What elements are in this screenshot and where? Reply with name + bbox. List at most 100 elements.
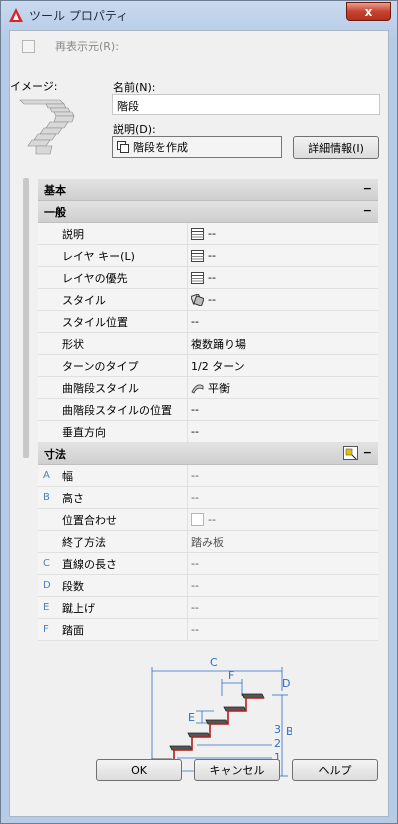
dimension-settings-icon[interactable] [343,446,358,460]
close-button[interactable]: x [346,2,391,21]
style-icon[interactable] [191,293,204,306]
property-value-text: -- [191,425,199,438]
property-value[interactable]: 複数踊り場 [188,333,378,354]
diagram-label-3: 3 [274,723,281,736]
collapse-icon[interactable]: − [363,182,372,195]
name-label: 名前(N): [113,81,156,94]
row-letter [38,311,62,332]
property-value-text: -- [191,469,199,482]
table-icon[interactable] [191,227,204,240]
property-value[interactable]: -- [188,421,378,442]
curved-stair-icon[interactable] [191,382,204,394]
dialog-body: 再表示元(R): イメージ: 名前(N): 階段 説明(D): 階段を作成 詳細… [9,30,389,817]
property-name: 高さ [62,487,188,508]
property-value-text: -- [208,249,216,262]
row-letter [38,421,62,442]
cancel-button[interactable]: キャンセル [194,759,280,781]
property-value[interactable]: -- [188,267,378,288]
dimension-row[interactable]: F 踏面 -- [38,619,378,641]
property-value[interactable]: -- [188,487,378,508]
redisplay-checkbox[interactable] [22,39,35,53]
property-name: スタイル [62,289,188,310]
property-row[interactable]: スタイル -- [38,289,378,311]
dimension-row[interactable]: 位置合わせ -- [38,509,378,531]
property-row[interactable]: 曲階段スタイル 平衡 [38,377,378,399]
property-value[interactable]: -- [188,597,378,618]
help-button[interactable]: ヘルプ [292,759,378,781]
property-value[interactable]: -- [188,619,378,640]
property-value[interactable]: -- [188,465,378,486]
diagram-label-c: C [210,656,218,669]
description-value: 階段を作成 [133,141,188,154]
property-row[interactable]: 形状 複数踊り場 [38,333,378,355]
property-value[interactable]: 平衡 [188,377,378,398]
dimension-letter: E [43,602,50,613]
table-icon[interactable] [191,249,204,262]
property-row[interactable]: レイヤの優先 -- [38,267,378,289]
diagram-label-b: B [286,725,292,738]
close-icon: x [364,4,373,19]
alignment-checkbox[interactable] [191,513,204,526]
redisplay-row: 再表示元(R): [22,38,119,54]
property-value-text: -- [191,623,199,636]
property-row[interactable]: レイヤ キー(L) -- [38,245,378,267]
property-value[interactable]: -- [188,399,378,420]
property-value[interactable]: -- [188,575,378,596]
property-value-text: 平衡 [208,381,230,395]
table-icon[interactable] [191,271,204,284]
row-letter [38,377,62,398]
description-label: 説明(D): [113,123,156,136]
description-field[interactable]: 階段を作成 [112,136,282,158]
property-value[interactable]: -- [188,289,378,310]
stair-thumbnail-icon [19,99,75,155]
dimension-row[interactable]: E 蹴上げ -- [38,597,378,619]
dimension-row[interactable]: 終了方法 踏み板 [38,531,378,553]
property-value-text: -- [208,271,216,284]
ok-button[interactable]: OK [96,759,182,781]
diagram-label-d: D [282,677,290,690]
property-value[interactable]: 踏み板 [188,531,378,552]
property-value[interactable]: -- [188,223,378,244]
category-dimensions[interactable]: 寸法 − [38,443,378,465]
collapse-icon[interactable]: − [363,204,372,217]
category-general[interactable]: 一般 − [38,201,378,223]
property-value-text: -- [191,403,199,416]
row-letter [38,289,62,310]
window-title: ツール プロパティ [29,9,129,23]
property-value-text: -- [191,491,199,504]
property-value[interactable]: 1/2 ターン [188,355,378,376]
property-row[interactable]: 説明 -- [38,223,378,245]
property-value-text: -- [191,315,199,328]
property-value-text: 踏み板 [191,535,224,549]
diagram-label-f: F [228,669,234,682]
property-name: スタイル位置 [62,311,188,332]
property-value[interactable]: -- [188,509,378,530]
dimension-row[interactable]: A 幅 -- [38,465,378,487]
property-row[interactable]: ターンのタイプ 1/2 ターン [38,355,378,377]
dimension-row[interactable]: D 段数 -- [38,575,378,597]
category-dimensions-label: 寸法 [44,447,66,461]
dimension-letter [38,531,62,552]
name-input[interactable]: 階段 [112,94,380,115]
collapse-icon[interactable]: − [363,446,372,459]
category-basic[interactable]: 基本 − [38,179,378,201]
property-name: 位置合わせ [62,509,188,530]
property-grid: 基本 − 一般 − 説明 -- レイヤ キー(L) -- レイヤの優先 -- スタイル -- ス… [38,179,378,641]
dimension-letter: D [43,580,51,591]
property-row[interactable]: 曲階段スタイルの位置 -- [38,399,378,421]
property-row[interactable]: 垂直方向 -- [38,421,378,443]
category-general-label: 一般 [44,205,66,219]
scrollbar[interactable] [23,178,29,458]
property-value[interactable]: -- [188,553,378,574]
row-letter [38,267,62,288]
dimension-row[interactable]: C 直線の長さ -- [38,553,378,575]
property-name: 幅 [62,465,188,486]
details-button[interactable]: 詳細情報(I) [293,136,379,159]
property-value[interactable]: -- [188,245,378,266]
property-value[interactable]: -- [188,311,378,332]
title-bar: ツール プロパティ x [1,1,397,29]
row-letter [38,333,62,354]
property-row[interactable]: スタイル位置 -- [38,311,378,333]
category-basic-label: 基本 [44,183,66,197]
dimension-row[interactable]: B 高さ -- [38,487,378,509]
